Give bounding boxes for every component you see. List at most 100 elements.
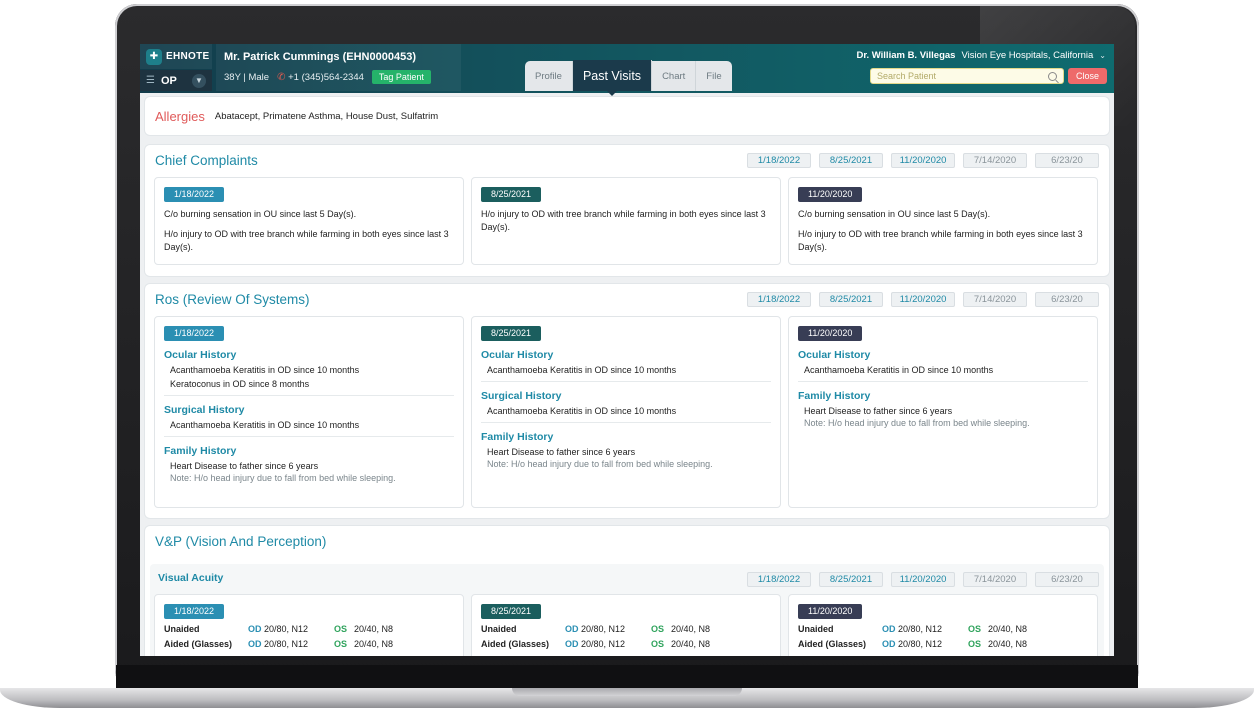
- doctor-name: Dr. William B. Villegas: [856, 50, 956, 61]
- ocular-history-title: Ocular History: [164, 349, 237, 361]
- chevron-down-icon[interactable]: ▼: [192, 73, 206, 88]
- search-input[interactable]: [877, 71, 1037, 81]
- visit-date-badge: 8/25/2021: [481, 187, 542, 202]
- aided-label: Aided (Glasses): [481, 639, 550, 649]
- menu-icon[interactable]: ☰: [146, 75, 155, 86]
- date-filter-button[interactable]: 1/18/2022: [747, 292, 811, 307]
- unaided-label: Unaided: [481, 624, 517, 634]
- aided-label: Aided (Glasses): [164, 639, 233, 649]
- app-screen: ✚ EHNOTE ☰ OP ▼ Mr. Patrick Cummings (EH…: [140, 44, 1114, 656]
- history-item: Heart Disease to father since 6 years: [487, 447, 636, 457]
- brand-logo[interactable]: ✚ EHNOTE: [140, 44, 212, 69]
- history-item: Heart Disease to father since 6 years: [804, 406, 953, 416]
- unaided-label: Unaided: [798, 624, 834, 634]
- visit-column: 1/18/2022 C/o burning sensation in OU si…: [154, 177, 464, 265]
- date-filter-button[interactable]: 7/14/2020: [963, 153, 1027, 168]
- od-label: OD: [248, 639, 262, 649]
- patient-name-text: Mr. Patrick Cummings: [224, 51, 340, 63]
- date-filter-button[interactable]: 11/20/2020: [891, 292, 955, 307]
- search-icon[interactable]: [1048, 71, 1057, 81]
- laptop-bezel-bottom: [116, 665, 1138, 689]
- od-label: OD: [882, 624, 896, 634]
- date-filter-button[interactable]: 8/25/2021: [819, 572, 883, 587]
- date-filter-button[interactable]: 7/14/2020: [963, 572, 1027, 587]
- os-value: 20/40, N8: [671, 624, 711, 634]
- history-item: Acanthamoeba Keratitis in OD since 10 mo…: [170, 365, 360, 375]
- os-value: 20/40, N8: [671, 639, 711, 649]
- allergies-title: Allergies: [155, 108, 205, 124]
- visit-column: 11/20/2020 Unaided OD 20/80, N12 OS 20/4…: [788, 594, 1098, 656]
- divider: [164, 436, 454, 437]
- doctor-selector[interactable]: Dr. William B. Villegas Vision Eye Hospi…: [856, 50, 1106, 61]
- phone-icon: ✆: [277, 71, 286, 83]
- close-button[interactable]: Close: [1068, 68, 1107, 84]
- history-item: Acanthamoeba Keratitis in OD since 10 mo…: [170, 420, 360, 430]
- os-label: OS: [334, 624, 348, 634]
- visit-column: 8/25/2021 H/o injury to OD with tree bra…: [471, 177, 781, 265]
- date-filter-button[interactable]: 11/20/2020: [891, 572, 955, 587]
- date-filter-button[interactable]: 11/20/2020: [891, 153, 955, 168]
- date-filter-button[interactable]: 6/23/20: [1035, 292, 1099, 307]
- od-value: 20/80, N12: [581, 639, 626, 649]
- mode-select[interactable]: ☰ OP ▼: [140, 70, 212, 91]
- tag-patient-button[interactable]: Tag Patient: [371, 70, 431, 84]
- od-value: 20/80, N12: [898, 624, 943, 634]
- date-filter-button[interactable]: 1/18/2022: [747, 153, 811, 168]
- date-filter-button[interactable]: 8/25/2021: [819, 292, 883, 307]
- history-note: Note: H/o head injury due to fall from b…: [487, 459, 713, 469]
- top-bar: ✚ EHNOTE ☰ OP ▼ Mr. Patrick Cummings (EH…: [140, 44, 1114, 96]
- patient-meta: 38Y | Male ✆ +1 (345)564-2344 Tag Patien…: [224, 70, 431, 84]
- os-label: OS: [334, 639, 348, 649]
- visit-column: 8/25/2021 Unaided OD 20/80, N12 OS 20/40…: [471, 594, 781, 656]
- vision-perception-card: V&P (Vision And Perception) Visual Acuit…: [145, 526, 1109, 656]
- allergies-text: Abatacept, Primatene Asthma, House Dust,…: [214, 110, 439, 122]
- os-label: OS: [968, 624, 982, 634]
- search-box: [870, 68, 1064, 84]
- complaint-line: H/o injury to OD with tree branch while …: [481, 209, 766, 232]
- date-filter-button[interactable]: 7/14/2020: [963, 292, 1027, 307]
- family-history-title: Family History: [798, 390, 871, 402]
- patient-demographics: 38Y | Male: [224, 71, 270, 83]
- visit-column: 1/18/2022 Ocular History Acanthamoeba Ke…: [154, 316, 464, 508]
- aided-row: Aided (Glasses) OD 20/80, N12 OS 20/40, …: [472, 639, 780, 649]
- history-item: Heart Disease to father since 6 years: [170, 461, 319, 471]
- ocular-history-title: Ocular History: [798, 349, 871, 361]
- divider: [164, 395, 454, 396]
- history-item: Acanthamoeba Keratitis in OD since 10 mo…: [804, 365, 994, 375]
- tab-chart[interactable]: Chart: [652, 61, 697, 91]
- tab-file[interactable]: File: [696, 61, 732, 91]
- ros-title: Ros (Review Of Systems): [155, 292, 310, 307]
- date-filter-button[interactable]: 6/23/20: [1035, 572, 1099, 587]
- patient-phone: +1 (345)564-2344: [288, 71, 364, 83]
- date-filter-button[interactable]: 8/25/2021: [819, 153, 883, 168]
- visit-date-badge: 1/18/2022: [164, 187, 225, 202]
- history-note: Note: H/o head injury due to fall from b…: [804, 418, 1030, 428]
- ehnote-logo-icon: ✚: [146, 48, 162, 65]
- chevron-down-icon[interactable]: ⌄: [1099, 51, 1106, 60]
- family-history-title: Family History: [481, 431, 554, 443]
- visit-column: 8/25/2021 Ocular History Acanthamoeba Ke…: [471, 316, 781, 508]
- os-label: OS: [651, 624, 665, 634]
- date-filter: 1/18/2022 8/25/2021 11/20/2020 7/14/2020…: [747, 292, 1099, 307]
- od-value: 20/80, N12: [898, 639, 943, 649]
- od-label: OD: [248, 624, 262, 634]
- tab-past-visits[interactable]: Past Visits: [572, 60, 653, 96]
- visit-date-badge: 11/20/2020: [798, 326, 863, 341]
- family-history-title: Family History: [164, 445, 237, 457]
- od-label: OD: [565, 624, 579, 634]
- surgical-history-title: Surgical History: [481, 390, 562, 402]
- patient-info: Mr. Patrick Cummings (EHN0000453) 38Y | …: [216, 44, 461, 91]
- visit-column: 11/20/2020 C/o burning sensation in OU s…: [788, 177, 1098, 265]
- aided-row: Aided (Glasses) OD 20/80, N12 OS 20/40, …: [155, 639, 463, 649]
- complaint-line: H/o injury to OD with tree branch while …: [798, 229, 1083, 252]
- tab-profile[interactable]: Profile: [525, 61, 573, 91]
- date-filter-button[interactable]: 6/23/20: [1035, 153, 1099, 168]
- visit-date-badge: 11/20/2020: [798, 187, 863, 202]
- date-filter-button[interactable]: 1/18/2022: [747, 572, 811, 587]
- date-filter: 1/18/2022 8/25/2021 11/20/2020 7/14/2020…: [747, 153, 1099, 168]
- date-filter: 1/18/2022 8/25/2021 11/20/2020 7/14/2020…: [747, 572, 1099, 587]
- mode-label: OP: [160, 74, 177, 87]
- unaided-label: Unaided: [164, 624, 200, 634]
- visit-column: 1/18/2022 Unaided OD 20/80, N12 OS 20/40…: [154, 594, 464, 656]
- od-value: 20/80, N12: [264, 624, 309, 634]
